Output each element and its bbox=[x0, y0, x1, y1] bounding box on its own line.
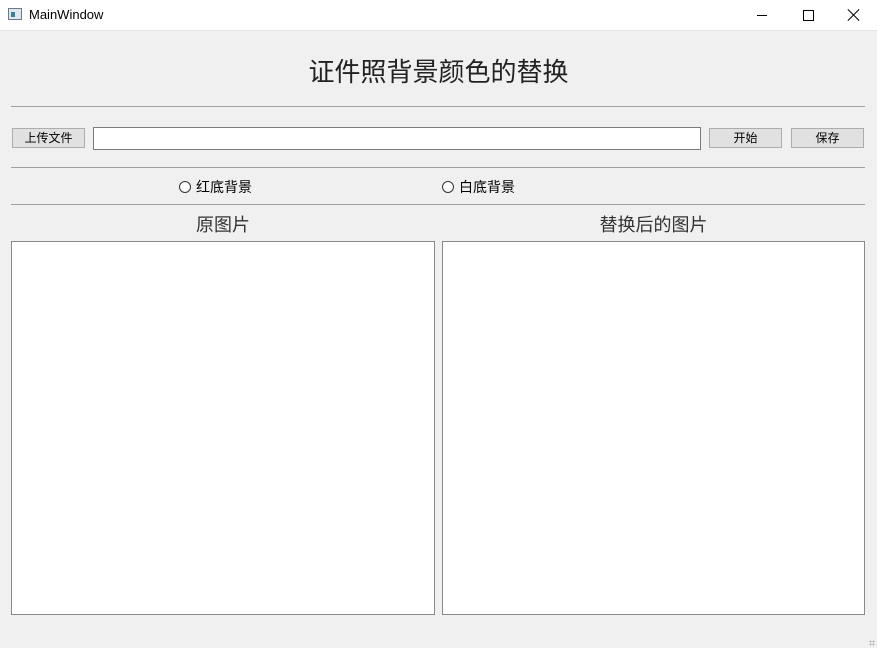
maximize-icon bbox=[802, 9, 814, 21]
minimize-icon bbox=[757, 14, 767, 16]
title-bar: MainWindow bbox=[0, 0, 877, 31]
save-button[interactable]: 保存 bbox=[791, 128, 864, 148]
minimize-button[interactable] bbox=[739, 0, 785, 30]
window-title: MainWindow bbox=[29, 7, 104, 22]
close-button[interactable] bbox=[831, 0, 877, 30]
radio-circle-icon bbox=[442, 181, 454, 193]
maximize-button[interactable] bbox=[785, 0, 831, 30]
original-image-label: 原图片 bbox=[196, 215, 250, 236]
radio-circle-icon bbox=[179, 181, 191, 193]
close-icon bbox=[848, 9, 860, 21]
app-window-icon bbox=[8, 8, 22, 20]
result-image-view bbox=[442, 241, 865, 615]
page-heading: 证件照背景颜色的替换 bbox=[308, 58, 569, 88]
resize-grip-icon[interactable] bbox=[869, 640, 875, 646]
radio-white-background-label: 白底背景 bbox=[459, 180, 515, 196]
radio-red-background[interactable]: 红底背景 bbox=[179, 177, 252, 197]
start-button[interactable]: 开始 bbox=[709, 128, 782, 148]
file-path-input[interactable] bbox=[93, 127, 701, 150]
divider-lower bbox=[11, 204, 865, 205]
divider-top bbox=[11, 106, 865, 107]
upload-file-button[interactable]: 上传文件 bbox=[12, 128, 85, 148]
radio-red-background-label: 红底背景 bbox=[196, 180, 252, 196]
original-image-view bbox=[11, 241, 435, 615]
divider-middle bbox=[11, 167, 865, 168]
radio-white-background[interactable]: 白底背景 bbox=[442, 177, 515, 197]
result-image-label: 替换后的图片 bbox=[599, 215, 708, 236]
